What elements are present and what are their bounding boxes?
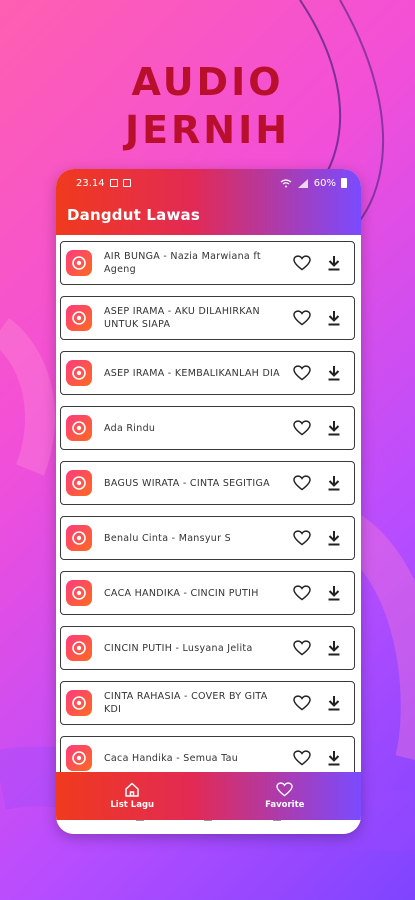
music-note-icon (66, 580, 92, 606)
song-title: Ada Rindu (104, 422, 156, 434)
battery-icon (341, 178, 347, 188)
favorite-heart-icon[interactable] (292, 308, 312, 328)
download-icon[interactable] (324, 693, 344, 713)
nav-favorite-label: Favorite (265, 800, 305, 810)
status-bar: 23.14 60% (56, 169, 361, 197)
song-title: Caca Handika - Semua Tau (104, 752, 239, 764)
song-list[interactable]: AIR BUNGA - Nazia Marwiana ft Ageng ASEP … (56, 235, 361, 772)
download-icon[interactable] (324, 253, 344, 273)
favorite-heart-icon[interactable] (292, 253, 312, 273)
home-system-icon[interactable] (204, 820, 213, 824)
favorite-heart-icon[interactable] (292, 418, 312, 438)
battery-percent: 60% (313, 177, 336, 189)
song-row[interactable]: BAGUS WIRATA - CINTA SEGITIGA (60, 461, 355, 505)
music-note-icon (66, 250, 92, 276)
favorite-heart-icon[interactable] (292, 528, 312, 548)
favorite-heart-icon[interactable] (292, 748, 312, 768)
home-icon (125, 782, 139, 797)
download-icon[interactable] (324, 528, 344, 548)
phone-screen: 23.14 60% Dangdut Lawas AIR BUNGA - Nazi… (56, 169, 361, 834)
song-title: Benalu Cinta - Mansyur S (104, 532, 231, 544)
song-title: CINTA RAHASIA - COVER BY GITA KDI (104, 691, 268, 715)
music-note-icon (66, 305, 92, 331)
music-note-icon (66, 415, 92, 441)
download-icon[interactable] (324, 418, 344, 438)
download-icon[interactable] (324, 583, 344, 603)
music-note-icon (66, 470, 92, 496)
download-icon[interactable] (324, 308, 344, 328)
music-note-icon (66, 635, 92, 661)
song-title: ASEP IRAMA - AKU DILAHIRKAN UNTUK SIAPA (104, 306, 260, 330)
song-row[interactable]: AIR BUNGA - Nazia Marwiana ft Ageng (60, 241, 355, 285)
promo-line-2: JERNIH (124, 108, 291, 152)
download-icon[interactable] (324, 363, 344, 383)
gallery-notification-icon (109, 179, 118, 187)
song-row[interactable]: ASEP IRAMA - KEMBALIKANLAH DIA (60, 351, 355, 395)
promo-line-1: AUDIO (131, 60, 284, 104)
song-row[interactable]: CINTA RAHASIA - COVER BY GITA KDI (60, 681, 355, 725)
song-row[interactable]: CACA HANDIKA - CINCIN PUTIH (60, 571, 355, 615)
download-icon[interactable] (324, 638, 344, 658)
music-note-icon (66, 745, 92, 771)
music-note-icon (66, 690, 92, 716)
music-note-icon (66, 360, 92, 386)
song-title: AIR BUNGA - Nazia Marwiana ft Ageng (104, 251, 261, 275)
song-title: BAGUS WIRATA - CINTA SEGITIGA (104, 477, 270, 489)
back-icon[interactable] (272, 820, 281, 824)
favorite-heart-icon[interactable] (292, 693, 312, 713)
nav-list-lagu-label: List Lagu (110, 800, 155, 810)
favorite-heart-icon[interactable] (292, 583, 312, 603)
song-row[interactable]: Ada Rindu (60, 406, 355, 450)
song-row[interactable]: Caca Handika - Semua Tau (60, 736, 355, 772)
app-notification-icon (122, 179, 131, 187)
favorite-heart-icon[interactable] (292, 638, 312, 658)
app-header: 23.14 60% Dangdut Lawas (56, 169, 361, 235)
nav-favorite[interactable]: Favorite (209, 772, 362, 820)
song-title: ASEP IRAMA - KEMBALIKANLAH DIA (104, 367, 280, 379)
system-navigation-bar (56, 820, 361, 834)
bottom-navigation: List Lagu Favorite (56, 772, 361, 820)
signal-icon (297, 178, 308, 188)
heart-icon (276, 782, 293, 797)
song-title: CINCIN PUTIH - Lusyana Jelita (104, 642, 253, 654)
download-icon[interactable] (324, 473, 344, 493)
song-row[interactable]: Benalu Cinta - Mansyur S (60, 516, 355, 560)
song-row[interactable]: CINCIN PUTIH - Lusyana Jelita (60, 626, 355, 670)
download-icon[interactable] (324, 748, 344, 768)
favorite-heart-icon[interactable] (292, 473, 312, 493)
app-title: Dangdut Lawas (67, 206, 200, 224)
wifi-icon (280, 178, 292, 187)
nav-list-lagu[interactable]: List Lagu (56, 772, 209, 820)
song-row[interactable]: ASEP IRAMA - AKU DILAHIRKAN UNTUK SIAPA (60, 296, 355, 340)
status-time: 23.14 (76, 177, 105, 189)
promo-headline: AUDIO JERNIH (0, 58, 415, 154)
recent-apps-icon[interactable] (136, 820, 145, 824)
favorite-heart-icon[interactable] (292, 363, 312, 383)
music-note-icon (66, 525, 92, 551)
song-title: CACA HANDIKA - CINCIN PUTIH (104, 587, 259, 599)
